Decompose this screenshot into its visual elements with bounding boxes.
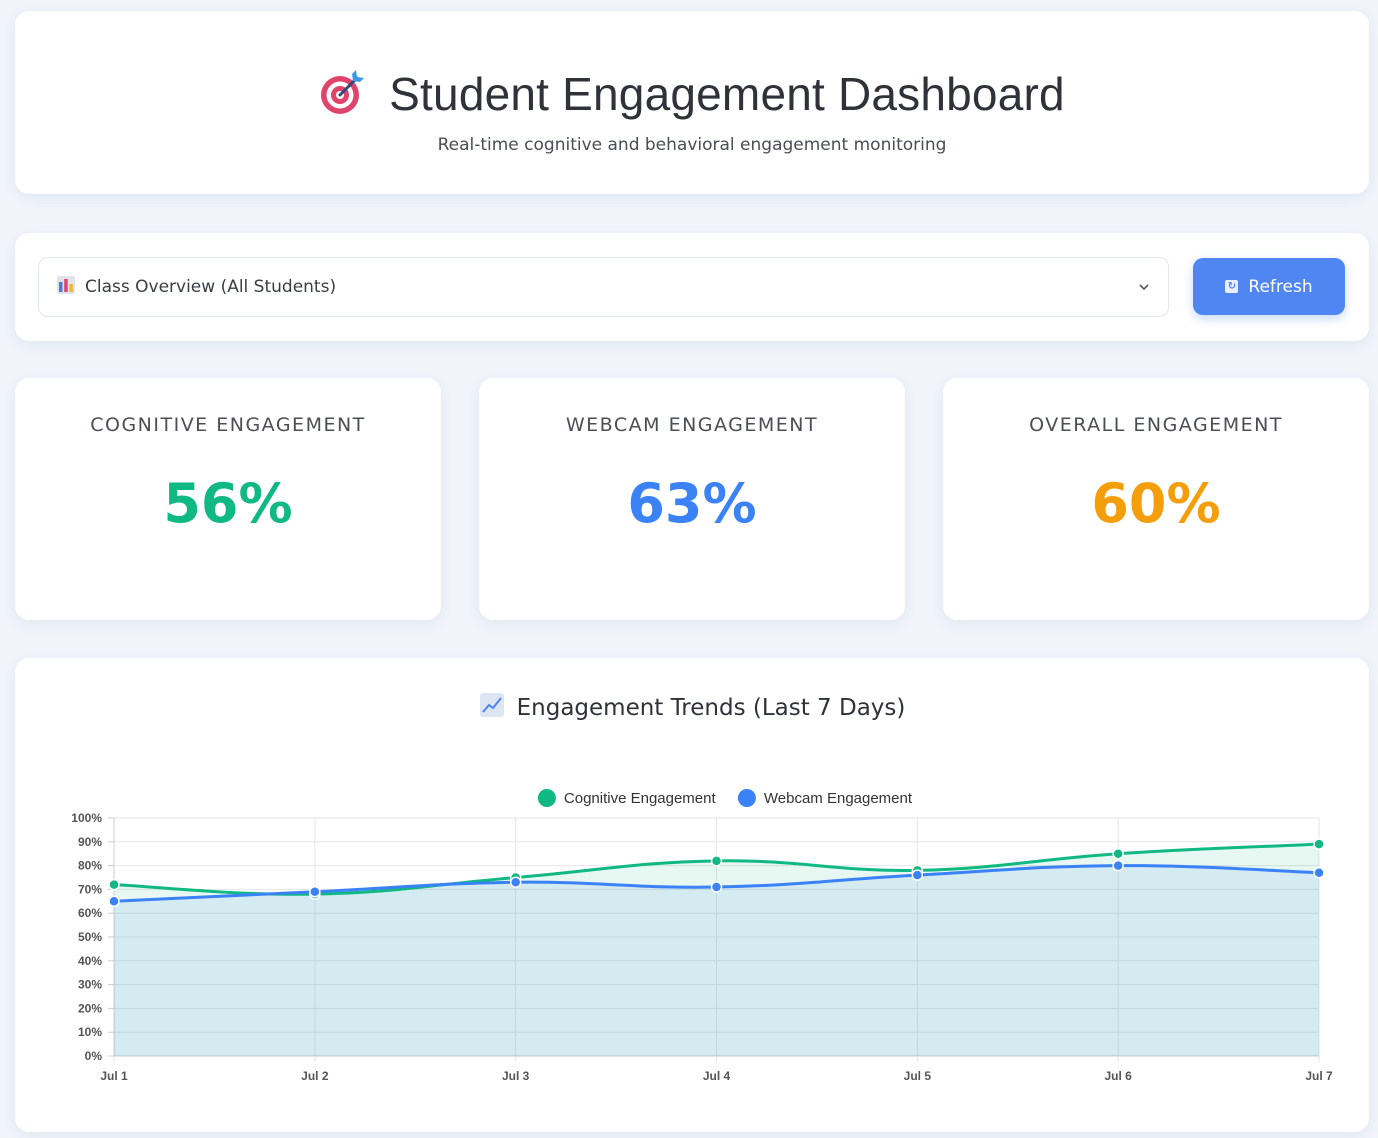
data-point: [509, 876, 522, 889]
y-tick-label: 20%: [78, 1001, 102, 1015]
legend-swatch: [537, 789, 556, 807]
x-tick-label: Jul 1: [100, 1069, 128, 1083]
x-tick-label: Jul 4: [703, 1069, 731, 1083]
engagement-chart: 0% 10% 20% 30% 40% 50% 60% 70% 80% 90% 100% Jul 1 Ju…: [71, 789, 1333, 1083]
y-tick-label: 60%: [78, 906, 102, 920]
metric-label: WEBCAM ENGAGEMENT: [565, 414, 819, 436]
data-point: [108, 895, 120, 908]
select-value: Class Overview (All Students): [85, 277, 337, 297]
data-point: [911, 869, 924, 881]
y-tick-label: 100%: [71, 811, 102, 825]
x-tick-label: Jul 2: [301, 1069, 329, 1083]
data-point: [1112, 859, 1124, 872]
refresh-label: Refresh: [1248, 276, 1313, 297]
y-tick-label: 40%: [78, 954, 102, 968]
metric-label: COGNITIVE ENGAGEMENT: [90, 414, 366, 436]
y-tick-label: 10%: [78, 1025, 102, 1039]
chart-title-row: Engagement Trends (Last 7 Days): [15, 692, 1369, 724]
overall-engagement-card: OVERALL ENGAGEMENT 60%: [943, 378, 1369, 620]
student-select[interactable]: Class Overview (All Students): [38, 257, 1169, 317]
chart-title: Engagement Trends (Last 7 Days): [516, 695, 906, 721]
title-row: Student Engagement Dashboard: [15, 67, 1369, 121]
cognitive-engagement-card: COGNITIVE ENGAGEMENT 56%: [15, 378, 441, 620]
legend-swatch: [737, 789, 756, 807]
data-point: [1112, 847, 1124, 860]
chevron-down-icon: [1138, 276, 1150, 302]
bar-chart-icon: [57, 276, 75, 298]
data-point: [1313, 866, 1325, 879]
y-tick-label: 0%: [85, 1049, 103, 1063]
y-tick-label: 50%: [78, 930, 102, 944]
controls-card: Class Overview (All Students) ↻ Refresh: [15, 233, 1369, 341]
legend-label: Cognitive Engagement: [564, 790, 717, 807]
metric-label: OVERALL ENGAGEMENT: [1029, 414, 1283, 436]
metric-value: 60%: [1091, 472, 1221, 535]
y-tick-label: 80%: [78, 859, 102, 873]
chart-card: 0% 10% 20% 30% 40% 50% 60% 70% 80% 90% 100% Jul 1 Ju…: [15, 658, 1369, 1132]
x-tick-label: Jul 7: [1305, 1069, 1333, 1083]
x-tick-label: Jul 3: [502, 1069, 530, 1083]
y-tick-label: 90%: [78, 835, 102, 849]
y-tick-label: 70%: [78, 882, 102, 896]
refresh-icon: ↻: [1225, 280, 1239, 293]
metric-value: 56%: [163, 472, 293, 535]
page-title: Student Engagement Dashboard: [389, 68, 1065, 120]
refresh-button[interactable]: ↻ Refresh: [1193, 258, 1345, 315]
y-tick-label: 30%: [78, 978, 102, 992]
data-point: [108, 878, 120, 891]
legend-label: Webcam Engagement: [764, 790, 913, 807]
trend-chart-icon: [479, 692, 505, 724]
target-icon: [319, 68, 367, 120]
x-tick-label: Jul 6: [1104, 1069, 1132, 1083]
metric-value: 63%: [627, 472, 757, 535]
data-point: [710, 881, 723, 893]
page-subtitle: Real-time cognitive and behavioral engag…: [437, 135, 947, 155]
data-point: [1313, 838, 1325, 850]
x-tick-label: Jul 5: [904, 1069, 932, 1083]
header-card: Student Engagement Dashboard Real-time c…: [15, 11, 1369, 194]
webcam-engagement-card: WEBCAM ENGAGEMENT 63%: [479, 378, 905, 620]
data-point: [309, 886, 321, 898]
data-point: [710, 855, 723, 867]
